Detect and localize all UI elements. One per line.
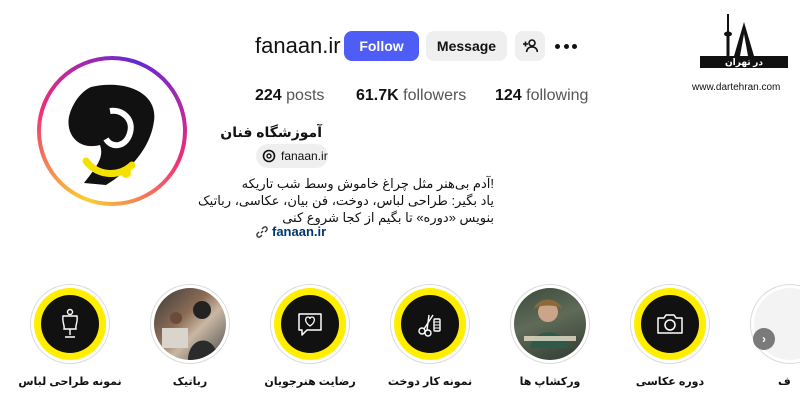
sewing-tools-icon xyxy=(418,314,441,337)
following-count: 124 xyxy=(495,87,522,104)
next-arrow-button[interactable]: › xyxy=(753,328,775,350)
posts-count: 224 xyxy=(255,87,282,104)
profile-bio: !آدم بی‌هنر مثل چراغ خاموش وسط شب تاریکه… xyxy=(198,175,494,226)
followers-count: 61.7K xyxy=(356,87,399,104)
logo-text: در تهران xyxy=(725,57,763,67)
threads-handle: fanaan.ir xyxy=(281,149,328,163)
bio-link-text: fanaan.ir xyxy=(272,224,327,239)
highlight-circle[interactable] xyxy=(510,284,590,364)
following-stat[interactable]: 124 following xyxy=(495,87,588,105)
highlight-item[interactable]: نمونه کار دوخت xyxy=(388,284,472,388)
bio-line: !آدم بی‌هنر مثل چراغ خاموش وسط شب تاریکه xyxy=(241,176,494,191)
highlight-circle[interactable] xyxy=(390,284,470,364)
following-label: following xyxy=(526,87,589,104)
bio-line: بنویس «دوره» تا بگیم از کجا شروع کنی xyxy=(282,210,494,225)
profile-avatar-ring[interactable] xyxy=(37,56,187,206)
highlight-cover xyxy=(274,288,346,360)
workshop-poster-icon xyxy=(524,299,576,348)
message-button[interactable]: Message xyxy=(426,31,507,61)
highlight-cover xyxy=(394,288,466,360)
posts-stat: 224 posts xyxy=(255,87,324,105)
followers-stat[interactable]: 61.7K followers xyxy=(356,87,466,105)
follow-button[interactable]: Follow xyxy=(344,31,419,61)
milad-tower-icon xyxy=(700,14,788,68)
highlight-item[interactable]: رضایت هنرجویان xyxy=(264,284,356,388)
chevron-right-icon: › xyxy=(762,332,766,346)
suggest-user-button[interactable] xyxy=(515,31,545,61)
highlight-label: ف xyxy=(778,376,791,388)
bio-line: یاد بگیر: طراحی لباس، دوخت، فن بیان، عکا… xyxy=(198,193,494,208)
bio-link[interactable]: fanaan.ir xyxy=(256,224,326,239)
highlight-item[interactable]: نمونه طراحی لباس xyxy=(18,284,122,388)
highlight-cover xyxy=(34,288,106,360)
more-options-icon[interactable] xyxy=(555,37,577,55)
threads-icon xyxy=(262,149,276,163)
threads-badge[interactable]: fanaan.ir xyxy=(256,144,328,168)
highlight-circle[interactable] xyxy=(30,284,110,364)
dartehran-logo xyxy=(700,12,788,78)
add-user-icon xyxy=(523,39,538,53)
highlight-label: نمونه کار دوخت xyxy=(387,376,473,388)
fanaan-logo-icon xyxy=(68,84,155,185)
highlight-label: ورکشاپ ها xyxy=(519,376,581,388)
highlight-circle[interactable] xyxy=(270,284,350,364)
profile-avatar[interactable] xyxy=(46,65,178,197)
highlight-label: رضایت هنرجویان xyxy=(264,376,356,388)
highlight-item[interactable]: رباتیک xyxy=(150,284,230,388)
highlight-label: رباتیک xyxy=(172,376,208,388)
highlight-label: نمونه طراحی لباس xyxy=(18,376,122,388)
highlight-cover xyxy=(634,288,706,360)
heart-chat-icon xyxy=(298,313,322,336)
posts-label: posts xyxy=(286,87,325,104)
username: fanaan.ir xyxy=(255,33,341,58)
mannequin-icon xyxy=(62,308,78,338)
camera-icon xyxy=(657,314,683,334)
followers-label: followers xyxy=(403,87,467,104)
highlight-item[interactable]: دوره عکاسی xyxy=(630,284,710,388)
highlight-photo xyxy=(154,288,226,360)
highlight-circle[interactable] xyxy=(630,284,710,364)
profile-full-name: آموزشگاه فنان xyxy=(220,124,322,140)
highlight-label: دوره عکاسی xyxy=(635,376,705,388)
link-icon xyxy=(256,225,268,238)
highlight-item-partial[interactable]: ف xyxy=(750,284,800,417)
watermark-url: www.dartehran.com xyxy=(692,82,781,93)
highlight-item[interactable]: ورکشاپ ها xyxy=(510,284,590,388)
highlight-photo xyxy=(514,288,586,360)
highlight-circle[interactable] xyxy=(150,284,230,364)
robotics-class-photo-icon xyxy=(162,301,218,360)
highlight-circle[interactable] xyxy=(750,284,800,364)
